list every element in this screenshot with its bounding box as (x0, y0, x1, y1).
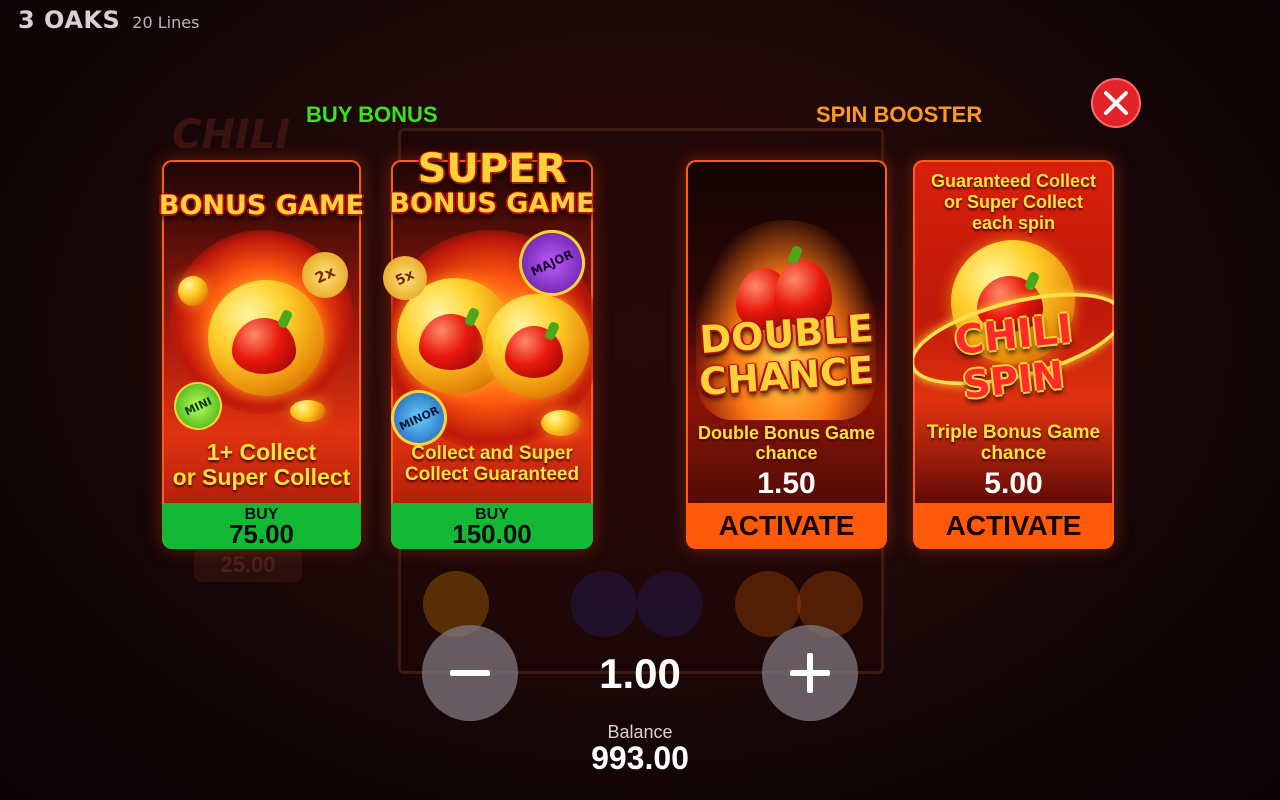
background-fruit (735, 571, 801, 637)
background-fruit (637, 571, 703, 637)
background-game-logo: CHILI (172, 112, 291, 158)
card-description-line: or Super Collect (172, 464, 351, 490)
card-title-line1: SUPER (417, 146, 567, 192)
card-header-line: or Super Collect (943, 192, 1084, 212)
plus-icon (790, 653, 830, 693)
increase-bet-button[interactable] (762, 625, 858, 721)
close-icon (1104, 91, 1128, 115)
brand-logo: 3 OAKS (18, 6, 121, 34)
close-button[interactable] (1091, 78, 1141, 128)
small-coin (290, 400, 326, 422)
buy-bonus-title: BUY BONUS (306, 102, 438, 127)
top-bar: 3 OAKS 20 Lines (18, 6, 199, 34)
card-title: BONUS GAME (158, 190, 365, 221)
background-bet-hint: 25.00 (194, 548, 302, 582)
buy-button[interactable]: BUY 150.00 (391, 503, 593, 549)
card-description-line: Collect Guaranteed (404, 464, 580, 485)
buy-price: 150.00 (452, 519, 532, 549)
buy-button[interactable]: BUY 75.00 (162, 503, 361, 549)
card-description-line: Collect and Super (411, 443, 573, 464)
super-bonus-game-card[interactable]: 5x MAJOR MINOR SUPER BONUS GAME Collect … (375, 146, 596, 549)
chili-spin-card[interactable]: Guaranteed Collect or Super Collect each… (913, 160, 1114, 549)
minus-icon (450, 670, 490, 676)
decrease-bet-button[interactable] (422, 625, 518, 721)
balance-value: 993.00 (591, 740, 689, 776)
activate-button[interactable]: ACTIVATE (913, 503, 1114, 549)
card-description-line: chance (755, 443, 818, 463)
small-coin (541, 410, 581, 436)
double-chance-card[interactable]: DOUBLE CHANCE Double Bonus Game chance 1… (686, 160, 887, 549)
card-header-line: Guaranteed Collect (930, 171, 1097, 191)
card-description-line: chance (980, 443, 1047, 464)
activate-button[interactable]: ACTIVATE (686, 503, 887, 549)
small-coin (178, 276, 208, 306)
card-description-line: Triple Bonus Game (926, 422, 1101, 443)
buy-price: 75.00 (228, 519, 295, 549)
card-description-line: 1+ Collect (206, 439, 317, 465)
bet-multiplier: 1.50 (757, 467, 816, 500)
card-title-line2: BONUS GAME (389, 188, 595, 219)
bet-value: 1.00 (599, 650, 681, 697)
card-description-line: Double Bonus Game (697, 423, 876, 443)
bet-multiplier: 5.00 (984, 467, 1043, 500)
background-fruit (571, 571, 637, 637)
card-header-line: each spin (971, 213, 1056, 233)
bonus-game-card[interactable]: 2x MINI BONUS GAME 1+ Collect or Super C… (159, 160, 364, 549)
spin-booster-title: SPIN BOOSTER (816, 102, 983, 127)
lines-count: 20 Lines (132, 13, 200, 32)
